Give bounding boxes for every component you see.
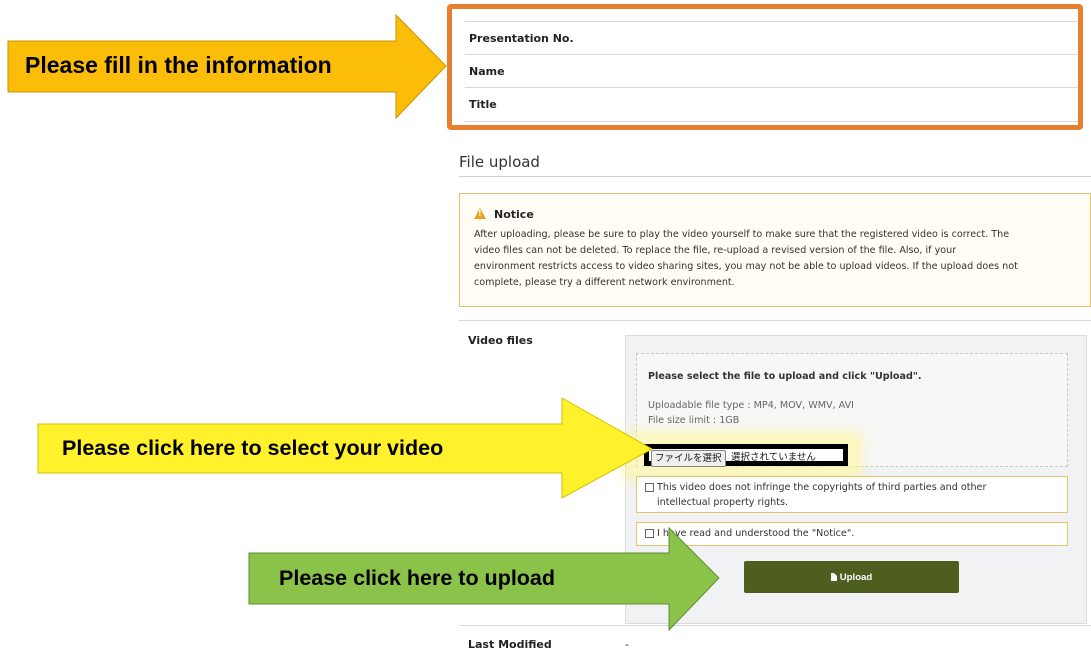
upload-instruction: Please select the file to upload and cli… <box>648 371 922 382</box>
file-upload-heading: File upload <box>459 153 540 171</box>
no-file-selected-text: 選択されていません <box>731 452 816 463</box>
choose-file-button[interactable]: ファイルを選択 <box>651 450 726 467</box>
notice-line: After uploading, please be sure to play … <box>474 229 1010 240</box>
warning-triangle-icon: ! <box>474 208 486 219</box>
file-type-info: Uploadable file type : MP4, MOV, WMV, AV… <box>648 400 854 411</box>
notice-heading: ! Notice <box>474 208 534 221</box>
select-video-annotation: Please click here to select your video <box>62 436 444 460</box>
file-input[interactable]: ファイルを選択 選択されていません <box>644 444 848 467</box>
last-modified-label: Last Modified <box>468 638 552 651</box>
notice-heading-text: Notice <box>494 208 534 221</box>
fill-info-arrow: Please fill in the information <box>7 13 448 120</box>
copyright-agreement[interactable]: This video does not infringe the copyrig… <box>636 476 1068 513</box>
info-table-frame: Presentation No. Name Title <box>447 4 1083 130</box>
fill-info-annotation: Please fill in the information <box>25 52 332 78</box>
name-label: Name <box>469 65 505 78</box>
name-row: Name <box>465 54 1078 88</box>
title-row: Title <box>465 87 1078 122</box>
last-modified-value: - <box>625 638 629 651</box>
upload-annotation: Please click here to upload <box>279 566 556 590</box>
presentation-no-row: Presentation No. <box>465 21 1078 55</box>
notice-line: video files can not be deleted. To repla… <box>474 245 957 256</box>
video-files-label: Video files <box>468 334 533 347</box>
presentation-no-label: Presentation No. <box>469 32 574 45</box>
file-icon <box>830 573 837 581</box>
upload-button-label: Upload <box>839 571 873 583</box>
notice-text: After uploading, please be sure to play … <box>474 227 1074 291</box>
copyright-text-line2: intellectual property rights. <box>657 497 789 508</box>
upload-arrow: Please click here to upload <box>248 526 721 632</box>
notice-box: ! Notice After uploading, please be sure … <box>459 193 1091 307</box>
notice-line: complete, please try a different network… <box>474 277 735 288</box>
upload-button[interactable]: Upload <box>744 561 959 593</box>
file-size-limit: File size limit : 1GB <box>648 415 740 426</box>
section-divider <box>459 176 1091 177</box>
select-video-arrow: Please click here to select your video <box>37 397 654 500</box>
title-label: Title <box>469 98 497 111</box>
notice-line: environment restricts access to video sh… <box>474 261 1018 272</box>
copyright-text: This video does not infringe the copyrig… <box>657 480 1057 510</box>
file-drop-area: Please select the file to upload and cli… <box>629 353 1068 474</box>
copyright-text-line1: This video does not infringe the copyrig… <box>657 482 987 493</box>
